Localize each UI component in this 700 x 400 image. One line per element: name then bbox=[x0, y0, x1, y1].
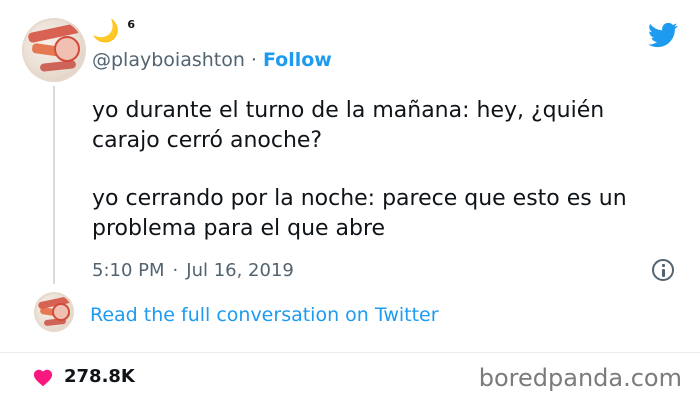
separator-dot: · bbox=[172, 260, 179, 281]
tweet-time[interactable]: 5:10 PM bbox=[92, 260, 165, 281]
divider bbox=[0, 352, 700, 353]
read-conversation-link[interactable]: Read the full conversation on Twitter bbox=[90, 304, 439, 326]
crescent-moon-icon: 🌙 bbox=[92, 19, 120, 44]
watermark: boredpanda.com bbox=[478, 364, 682, 392]
heart-icon[interactable] bbox=[32, 367, 54, 387]
display-name[interactable]: 🌙 6 bbox=[92, 17, 136, 44]
tweet-paragraph: yo durante el turno de la mañana: hey, ¿… bbox=[92, 98, 605, 153]
info-icon[interactable] bbox=[652, 259, 674, 281]
twitter-bird-icon[interactable] bbox=[648, 20, 678, 50]
timestamp[interactable]: 5:10 PM · Jul 16, 2019 bbox=[92, 260, 294, 281]
user-handle[interactable]: @playboiashton bbox=[92, 49, 245, 71]
follow-button[interactable]: Follow bbox=[263, 49, 332, 71]
thread-line bbox=[53, 86, 55, 284]
handle-row: @playboiashton · Follow bbox=[92, 49, 332, 71]
user-avatar[interactable] bbox=[22, 18, 86, 82]
tweet-text: yo durante el turno de la mañana: hey, ¿… bbox=[92, 96, 672, 272]
display-name-suffix: 6 bbox=[127, 17, 136, 31]
small-avatar[interactable] bbox=[34, 292, 74, 332]
separator-dot: · bbox=[250, 49, 257, 71]
likes-count: 278.8K bbox=[64, 366, 135, 387]
likes[interactable]: 278.8K bbox=[32, 366, 135, 387]
tweet-date[interactable]: Jul 16, 2019 bbox=[186, 260, 294, 281]
tweet-paragraph: yo cerrando por la noche: parece que est… bbox=[92, 186, 627, 241]
